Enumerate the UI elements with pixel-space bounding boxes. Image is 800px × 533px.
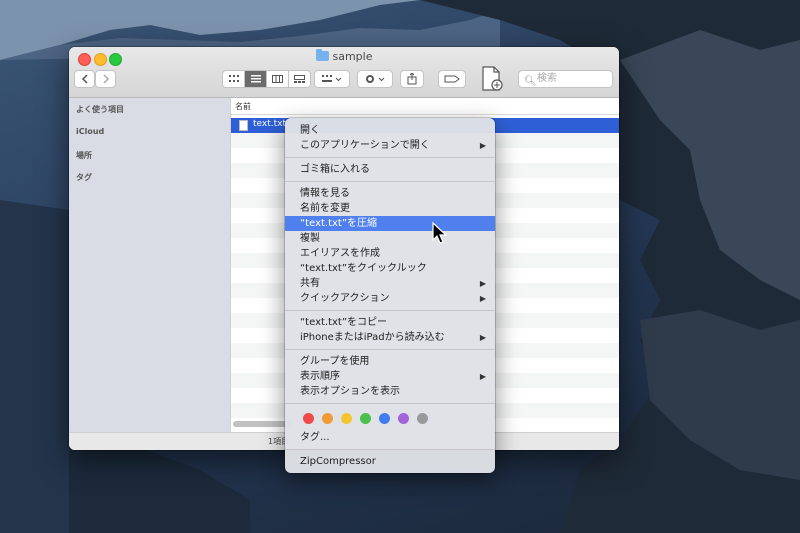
tag-color-green[interactable] <box>360 413 371 424</box>
menu-item-rename[interactable]: 名前を変更 <box>285 201 495 216</box>
menu-item-tags[interactable]: タグ... <box>285 430 495 445</box>
forward-button[interactable] <box>95 70 116 88</box>
menu-item-sort-by[interactable]: 表示順序 ▶ <box>285 369 495 384</box>
group-icon <box>322 75 342 82</box>
menu-separator <box>285 403 495 404</box>
submenu-arrow-icon: ▶ <box>479 294 486 303</box>
tag-color-blue[interactable] <box>379 413 390 424</box>
list-icon <box>250 75 261 83</box>
menu-item-compress[interactable]: “text.txt”を圧縮 <box>285 216 495 231</box>
gallery-view-button[interactable] <box>289 71 310 87</box>
icon-view-button[interactable] <box>223 71 245 87</box>
mouse-pointer-icon <box>432 222 448 244</box>
name-column-header[interactable]: 名前 <box>231 98 619 115</box>
tag-color-yellow[interactable] <box>341 413 352 424</box>
submenu-arrow-icon: ▶ <box>479 333 486 342</box>
sidebar: よく使う項目 iCloud 場所 タグ <box>69 98 231 432</box>
menu-separator <box>285 157 495 158</box>
horizontal-scrollbar[interactable] <box>233 421 293 427</box>
menu-item-open[interactable]: 開く <box>285 123 495 138</box>
menu-separator <box>285 449 495 450</box>
submenu-arrow-icon: ▶ <box>479 372 486 381</box>
file-name: text.txt <box>253 119 287 129</box>
menu-item-show-view-options[interactable]: 表示オプションを表示 <box>285 384 495 399</box>
text-file-icon <box>239 120 248 131</box>
tag-color-purple[interactable] <box>398 413 409 424</box>
search-icon: 🔍︎ <box>524 76 537 87</box>
menu-item-duplicate[interactable]: 複製 <box>285 231 495 246</box>
new-file-icon[interactable] <box>481 66 505 92</box>
action-button[interactable] <box>357 70 393 88</box>
share-button[interactable] <box>400 70 424 88</box>
sidebar-section-favorites[interactable]: よく使う項目 <box>76 104 124 115</box>
titlebar: sample 🔍︎ 検索 <box>69 47 619 98</box>
tag-color-red[interactable] <box>303 413 314 424</box>
menu-item-move-to-trash[interactable]: ゴミ箱に入れる <box>285 162 495 177</box>
menu-item-share[interactable]: 共有 ▶ <box>285 276 495 291</box>
submenu-arrow-icon: ▶ <box>479 141 486 150</box>
columns-icon <box>272 75 283 83</box>
menu-separator <box>285 181 495 182</box>
gallery-icon <box>294 75 305 83</box>
group-button[interactable] <box>314 70 350 88</box>
menu-item-zipcompressor[interactable]: ZipCompressor <box>285 454 495 469</box>
menu-item-quick-actions[interactable]: クイックアクション ▶ <box>285 291 495 306</box>
menu-item-copy[interactable]: “text.txt”をコピー <box>285 315 495 330</box>
window-title: sample <box>69 49 619 63</box>
menu-item-get-info[interactable]: 情報を見る <box>285 186 495 201</box>
share-icon <box>407 73 417 85</box>
menu-separator <box>285 349 495 350</box>
menu-item-use-groups[interactable]: グループを使用 <box>285 354 495 369</box>
sidebar-section-locations[interactable]: 場所 <box>76 150 92 161</box>
gear-icon <box>366 75 385 83</box>
back-button[interactable] <box>74 70 95 88</box>
menu-item-import-from-iphone[interactable]: iPhoneまたはiPadから読み込む ▶ <box>285 330 495 345</box>
menu-separator <box>285 310 495 311</box>
sidebar-section-icloud[interactable]: iCloud <box>76 127 104 136</box>
sidebar-section-tags[interactable]: タグ <box>76 172 92 183</box>
list-view-button[interactable] <box>245 71 267 87</box>
menu-item-make-alias[interactable]: エイリアスを作成 <box>285 246 495 261</box>
submenu-arrow-icon: ▶ <box>479 279 486 288</box>
tag-icon <box>444 75 460 83</box>
view-mode-segmented[interactable] <box>222 70 311 88</box>
tag-color-orange[interactable] <box>322 413 333 424</box>
menu-item-open-with[interactable]: このアプリケーションで開く ▶ <box>285 138 495 153</box>
grid-icon <box>228 75 239 82</box>
context-menu: 開く このアプリケーションで開く ▶ ゴミ箱に入れる 情報を見る 名前を変更 “t… <box>285 118 495 473</box>
chevron-right-icon <box>102 74 109 84</box>
column-view-button[interactable] <box>267 71 289 87</box>
tag-color-gray[interactable] <box>417 413 428 424</box>
tag-button[interactable] <box>438 70 466 88</box>
menu-item-quick-look[interactable]: “text.txt”をクイックルック <box>285 261 495 276</box>
folder-icon <box>315 49 329 61</box>
search-field[interactable]: 🔍︎ 検索 <box>518 70 613 88</box>
chevron-left-icon <box>81 74 88 84</box>
